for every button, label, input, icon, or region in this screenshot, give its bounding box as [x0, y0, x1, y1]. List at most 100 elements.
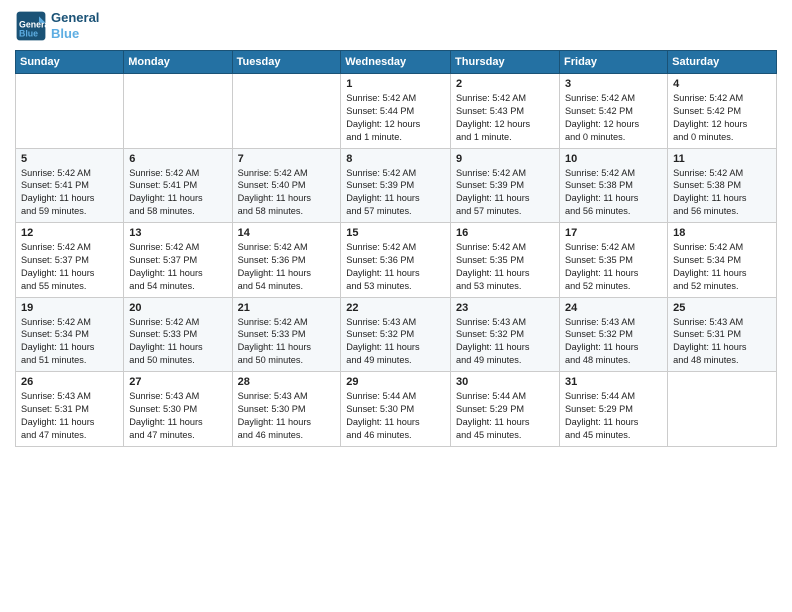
day-info: Sunrise: 5:43 AMSunset: 5:32 PMDaylight:…	[346, 316, 445, 368]
day-info: Sunrise: 5:44 AMSunset: 5:29 PMDaylight:…	[565, 390, 662, 442]
weekday-header-sunday: Sunday	[16, 51, 124, 74]
day-info: Sunrise: 5:42 AMSunset: 5:42 PMDaylight:…	[565, 92, 662, 144]
weekday-header-thursday: Thursday	[451, 51, 560, 74]
day-info: Sunrise: 5:42 AMSunset: 5:35 PMDaylight:…	[456, 241, 554, 293]
calendar-cell	[668, 372, 777, 447]
day-number: 8	[346, 153, 445, 165]
day-info: Sunrise: 5:42 AMSunset: 5:44 PMDaylight:…	[346, 92, 445, 144]
day-number: 20	[129, 302, 226, 314]
day-number: 2	[456, 78, 554, 90]
calendar-cell: 30Sunrise: 5:44 AMSunset: 5:29 PMDayligh…	[451, 372, 560, 447]
day-number: 3	[565, 78, 662, 90]
weekday-header-monday: Monday	[124, 51, 232, 74]
day-number: 7	[238, 153, 336, 165]
day-info: Sunrise: 5:43 AMSunset: 5:32 PMDaylight:…	[565, 316, 662, 368]
calendar-cell: 11 Sunrise: 5:42 AMSunset: 5:38 PMDayligh…	[668, 148, 777, 223]
page: General Blue General Blue SundayMondayTu…	[0, 0, 792, 612]
calendar-cell: 19Sunrise: 5:42 AMSunset: 5:34 PMDayligh…	[16, 297, 124, 372]
day-info: Sunrise: 5:42 AMSunset: 5:38 PMDaylight:…	[673, 167, 771, 219]
calendar-cell: 14Sunrise: 5:42 AMSunset: 5:36 PMDayligh…	[232, 223, 341, 298]
day-info: Sunrise: 5:43 AMSunset: 5:31 PMDaylight:…	[673, 316, 771, 368]
calendar-cell: 10 Sunrise: 5:42 AMSunset: 5:38 PMDayligh…	[560, 148, 668, 223]
day-info: Sunrise: 5:43 AMSunset: 5:31 PMDaylight:…	[21, 390, 118, 442]
calendar-cell: 1 Sunrise: 5:42 AMSunset: 5:44 PMDaylight…	[341, 74, 451, 149]
day-info: Sunrise: 5:42 AMSunset: 5:38 PMDaylight:…	[565, 167, 662, 219]
calendar-cell: 2 Sunrise: 5:42 AMSunset: 5:43 PMDaylight…	[451, 74, 560, 149]
day-number: 18	[673, 227, 771, 239]
calendar-cell	[232, 74, 341, 149]
header: General Blue General Blue	[15, 10, 777, 42]
day-info: Sunrise: 5:44 AMSunset: 5:29 PMDaylight:…	[456, 390, 554, 442]
calendar-cell: 29 Sunrise: 5:44 AMSunset: 5:30 PMDayligh…	[341, 372, 451, 447]
day-info: Sunrise: 5:42 AMSunset: 5:35 PMDaylight:…	[565, 241, 662, 293]
day-info: Sunrise: 5:42 AMSunset: 5:33 PMDaylight:…	[238, 316, 336, 368]
calendar-cell: 17Sunrise: 5:42 AMSunset: 5:35 PMDayligh…	[560, 223, 668, 298]
day-info: Sunrise: 5:42 AMSunset: 5:37 PMDaylight:…	[21, 241, 118, 293]
weekday-header-friday: Friday	[560, 51, 668, 74]
day-info: Sunrise: 5:42 AMSunset: 5:43 PMDaylight:…	[456, 92, 554, 144]
calendar-week-3: 12 Sunrise: 5:42 AMSunset: 5:37 PMDayligh…	[16, 223, 777, 298]
day-info: Sunrise: 5:42 AMSunset: 5:36 PMDaylight:…	[238, 241, 336, 293]
calendar-cell: 15 Sunrise: 5:42 AMSunset: 5:36 PMDayligh…	[341, 223, 451, 298]
day-number: 22	[346, 302, 445, 314]
calendar-cell: 26Sunrise: 5:43 AMSunset: 5:31 PMDayligh…	[16, 372, 124, 447]
weekday-header-wednesday: Wednesday	[341, 51, 451, 74]
calendar-cell: 3 Sunrise: 5:42 AMSunset: 5:42 PMDaylight…	[560, 74, 668, 149]
day-number: 12	[21, 227, 118, 239]
day-number: 13	[129, 227, 226, 239]
calendar-table: SundayMondayTuesdayWednesdayThursdayFrid…	[15, 50, 777, 447]
day-info: Sunrise: 5:43 AMSunset: 5:30 PMDaylight:…	[238, 390, 336, 442]
day-info: Sunrise: 5:42 AMSunset: 5:41 PMDaylight:…	[129, 167, 226, 219]
day-number: 23	[456, 302, 554, 314]
day-number: 15	[346, 227, 445, 239]
day-info: Sunrise: 5:44 AMSunset: 5:30 PMDaylight:…	[346, 390, 445, 442]
weekday-header-tuesday: Tuesday	[232, 51, 341, 74]
calendar-week-5: 26Sunrise: 5:43 AMSunset: 5:31 PMDayligh…	[16, 372, 777, 447]
day-number: 5	[21, 153, 118, 165]
day-info: Sunrise: 5:42 AMSunset: 5:39 PMDaylight:…	[346, 167, 445, 219]
calendar-cell: 20Sunrise: 5:42 AMSunset: 5:33 PMDayligh…	[124, 297, 232, 372]
day-number: 6	[129, 153, 226, 165]
calendar-cell: 24 Sunrise: 5:43 AMSunset: 5:32 PMDayligh…	[560, 297, 668, 372]
weekday-header-saturday: Saturday	[668, 51, 777, 74]
day-info: Sunrise: 5:42 AMSunset: 5:42 PMDaylight:…	[673, 92, 771, 144]
calendar-cell: 12 Sunrise: 5:42 AMSunset: 5:37 PMDayligh…	[16, 223, 124, 298]
day-number: 21	[238, 302, 336, 314]
day-number: 31	[565, 376, 662, 388]
calendar-cell: 7Sunrise: 5:42 AMSunset: 5:40 PMDaylight…	[232, 148, 341, 223]
day-info: Sunrise: 5:42 AMSunset: 5:41 PMDaylight:…	[21, 167, 118, 219]
logo-text-line1: General	[51, 10, 99, 26]
day-info: Sunrise: 5:42 AMSunset: 5:34 PMDaylight:…	[673, 241, 771, 293]
day-info: Sunrise: 5:42 AMSunset: 5:39 PMDaylight:…	[456, 167, 554, 219]
calendar-cell: 13Sunrise: 5:42 AMSunset: 5:37 PMDayligh…	[124, 223, 232, 298]
calendar-cell: 6 Sunrise: 5:42 AMSunset: 5:41 PMDaylight…	[124, 148, 232, 223]
calendar-cell: 18 Sunrise: 5:42 AMSunset: 5:34 PMDayligh…	[668, 223, 777, 298]
day-number: 29	[346, 376, 445, 388]
day-number: 11	[673, 153, 771, 165]
day-number: 4	[673, 78, 771, 90]
calendar-cell: 21 Sunrise: 5:42 AMSunset: 5:33 PMDayligh…	[232, 297, 341, 372]
calendar-header-row: SundayMondayTuesdayWednesdayThursdayFrid…	[16, 51, 777, 74]
day-info: Sunrise: 5:42 AMSunset: 5:36 PMDaylight:…	[346, 241, 445, 293]
day-number: 28	[238, 376, 336, 388]
calendar-week-1: 1 Sunrise: 5:42 AMSunset: 5:44 PMDaylight…	[16, 74, 777, 149]
day-info: Sunrise: 5:43 AMSunset: 5:32 PMDaylight:…	[456, 316, 554, 368]
logo-text-line2: Blue	[51, 26, 99, 42]
calendar-cell: 23 Sunrise: 5:43 AMSunset: 5:32 PMDayligh…	[451, 297, 560, 372]
calendar-cell: 9 Sunrise: 5:42 AMSunset: 5:39 PMDaylight…	[451, 148, 560, 223]
day-number: 16	[456, 227, 554, 239]
day-number: 1	[346, 78, 445, 90]
day-number: 10	[565, 153, 662, 165]
day-info: Sunrise: 5:42 AMSunset: 5:34 PMDaylight:…	[21, 316, 118, 368]
day-number: 27	[129, 376, 226, 388]
calendar-week-4: 19Sunrise: 5:42 AMSunset: 5:34 PMDayligh…	[16, 297, 777, 372]
calendar-cell: 27Sunrise: 5:43 AMSunset: 5:30 PMDayligh…	[124, 372, 232, 447]
day-number: 24	[565, 302, 662, 314]
logo: General Blue General Blue	[15, 10, 99, 42]
day-number: 25	[673, 302, 771, 314]
calendar-week-2: 5 Sunrise: 5:42 AMSunset: 5:41 PMDaylight…	[16, 148, 777, 223]
calendar-cell: 4 Sunrise: 5:42 AMSunset: 5:42 PMDaylight…	[668, 74, 777, 149]
logo-icon: General Blue	[15, 10, 47, 42]
calendar-cell: 25 Sunrise: 5:43 AMSunset: 5:31 PMDayligh…	[668, 297, 777, 372]
day-number: 9	[456, 153, 554, 165]
